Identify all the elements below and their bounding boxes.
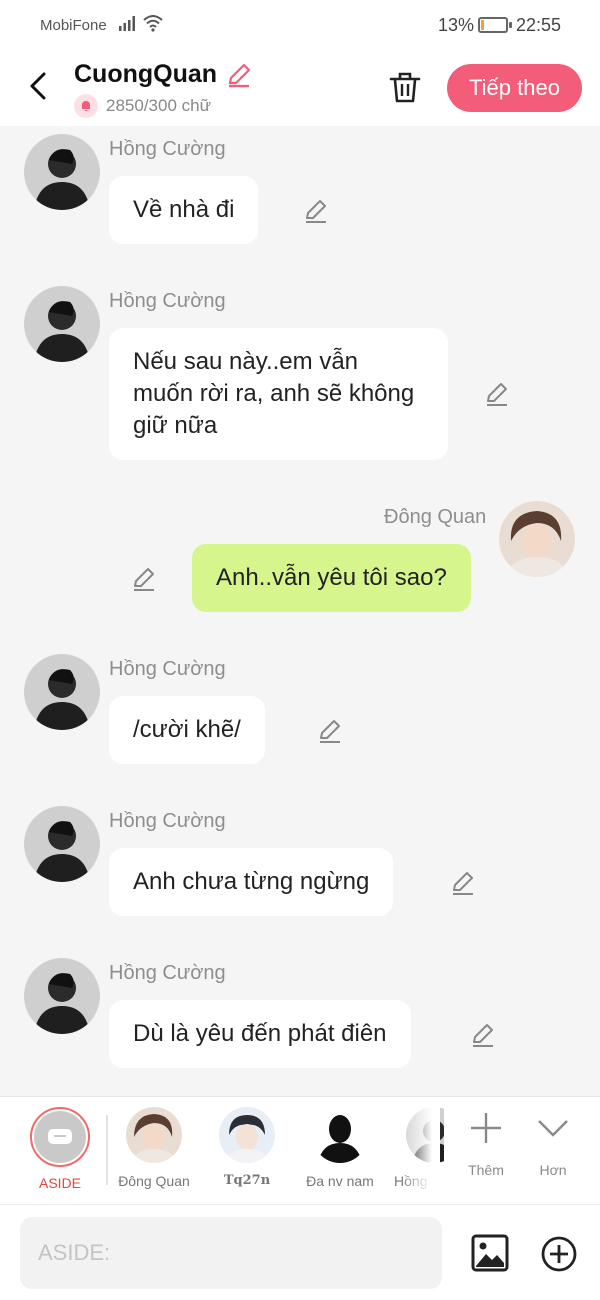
aside-button[interactable] [30, 1107, 90, 1167]
chat-bubble-icon [48, 1129, 72, 1144]
aside-label: ASIDE [38, 1175, 81, 1191]
more-label: Hơn [539, 1162, 567, 1178]
edit-message-icon[interactable] [449, 869, 477, 897]
character-name: Tq27n [223, 1173, 271, 1188]
signal-icon [119, 16, 135, 31]
add-character-button[interactable]: Thêm [456, 1111, 516, 1178]
wifi-icon [143, 15, 163, 32]
character-item[interactable]: Đa nv nam [300, 1107, 380, 1189]
sender-name: Đông Quan [384, 506, 487, 528]
edit-message-icon[interactable] [469, 1021, 497, 1049]
status-bar: MobiFone 13% 22:55 [0, 0, 600, 50]
message-bubble[interactable]: Anh..vẫn yêu tôi sao? [192, 544, 471, 612]
title-row: CuongQuan [74, 60, 253, 89]
story-title[interactable]: CuongQuan [74, 60, 217, 89]
edit-message-icon[interactable] [316, 717, 344, 745]
avatar[interactable] [24, 958, 100, 1034]
avatar[interactable] [24, 134, 100, 210]
add-label: Thêm [468, 1162, 504, 1178]
plus-icon [471, 1113, 501, 1143]
character-bar: ASIDE Đông Quan Tq27n Đa nv nam Hồng Thê… [0, 1096, 600, 1204]
pencil-icon[interactable] [225, 61, 253, 89]
battery-icon [478, 17, 512, 33]
message-bubble[interactable]: Về nhà đi [109, 176, 259, 244]
add-circle-icon[interactable] [540, 1235, 578, 1273]
character-name: Đông Quan [118, 1173, 190, 1189]
avatar[interactable] [24, 806, 100, 882]
more-button[interactable]: Hơn [523, 1111, 583, 1178]
character-name: Đa nv nam [306, 1173, 374, 1189]
message-input[interactable] [20, 1217, 442, 1289]
chat-area: Hồng Cường Về nhà đi Hồng Cường Nếu sau … [0, 126, 600, 1096]
clock: 22:55 [516, 15, 562, 35]
sender-name: Hồng Cường [109, 290, 226, 312]
word-counter: 2850/300 chữ [74, 94, 211, 118]
sender-name: Hồng Cường [109, 658, 226, 680]
sender-name: Hồng Cường [109, 810, 226, 832]
avatar[interactable] [24, 654, 100, 730]
scroll-fade [400, 1097, 440, 1203]
character-item[interactable]: Tq27n [211, 1107, 283, 1188]
message-bubble[interactable]: Anh chưa từng ngừng [109, 848, 394, 916]
carrier-name: MobiFone [40, 17, 107, 34]
input-bar [0, 1204, 600, 1300]
edit-message-icon[interactable] [302, 197, 330, 225]
edit-message-icon[interactable] [130, 565, 158, 593]
word-count: 2850/300 chữ [106, 96, 211, 115]
avatar [126, 1107, 182, 1163]
sender-name: Hồng Cường [109, 962, 226, 984]
character-item[interactable]: Đông Quan [118, 1107, 190, 1189]
message-bubble[interactable]: Dù là yêu đến phát điên [109, 1000, 411, 1068]
divider [106, 1115, 108, 1185]
edit-message-icon[interactable] [483, 380, 511, 408]
sender-name: Hồng Cường [109, 138, 226, 160]
avatar[interactable] [499, 501, 575, 577]
message-bubble[interactable]: /cười khẽ/ [109, 696, 265, 764]
image-icon[interactable] [470, 1233, 510, 1273]
avatar [219, 1107, 275, 1163]
back-icon[interactable] [18, 64, 58, 108]
bell-icon [74, 94, 98, 118]
avatar[interactable] [24, 286, 100, 362]
next-button[interactable]: Tiếp theo [447, 64, 582, 112]
header: CuongQuan 2850/300 chữ Tiếp theo [0, 50, 600, 126]
battery-percent: 13% [438, 15, 475, 35]
trash-icon[interactable] [386, 68, 424, 106]
chevron-down-icon [538, 1120, 568, 1137]
avatar [312, 1107, 368, 1163]
message-bubble[interactable]: Nếu sau này..em vẫn muốn rời ra, anh sẽ … [109, 328, 448, 460]
